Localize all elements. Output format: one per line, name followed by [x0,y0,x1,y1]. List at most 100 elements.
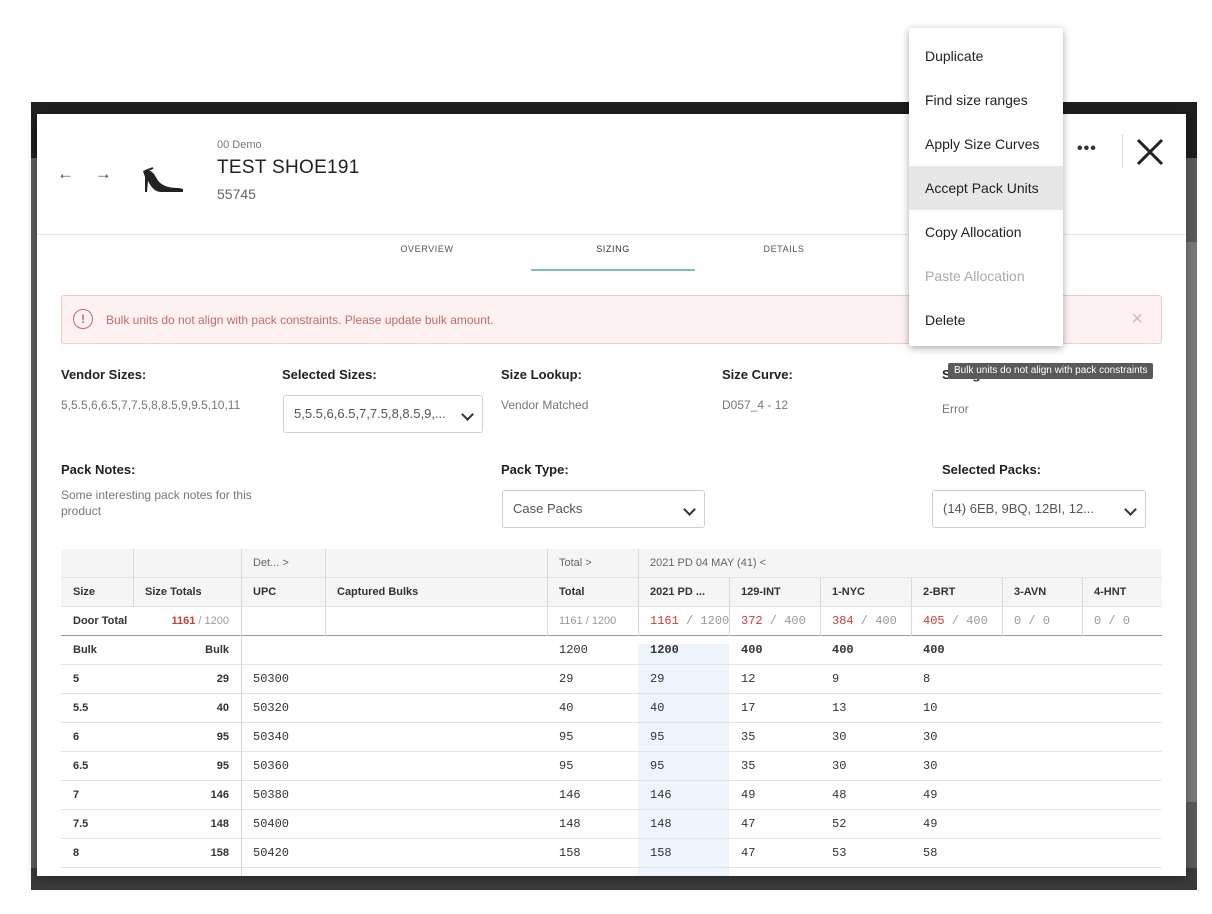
bulk-period-input[interactable]: 1200 [638,636,729,664]
col-header-period[interactable]: 2021 PD ... [638,578,729,606]
selected-packs-label: Selected Packs: [942,462,1042,477]
row-total: 40 [559,701,574,715]
bulk-1-nyc-input[interactable]: 400 [820,636,911,664]
row-129-int[interactable]: 49 [729,781,820,809]
row-2-brt[interactable]: 8 [911,665,1002,693]
menu-item-duplicate[interactable]: Duplicate [909,34,1063,78]
row-size: 8 [73,847,80,859]
row-upc: 50400 [253,817,290,831]
row-2-brt[interactable]: 58 [911,839,1002,867]
row-1-nyc[interactable]: 48 [820,781,911,809]
vendor-sizes-label: Vendor Sizes: [61,367,147,382]
menu-item-apply-size-curves[interactable]: Apply Size Curves [909,122,1063,166]
column-divider [325,549,326,636]
row-129-int[interactable]: 17 [729,694,820,722]
bulk-129-int-input[interactable]: 400 [729,636,820,664]
row-size: 5 [73,673,80,685]
product-title: TEST SHOE191 [217,157,360,178]
table-row: 5.5 40 50320 40 40 17 13 10 [61,694,1162,723]
row-period: 158 [650,846,672,860]
menu-item-find-size-ranges[interactable]: Find size ranges [909,78,1063,122]
row-size: 7.5 [73,818,89,830]
col-header-129-int[interactable]: 129-INT [729,578,820,606]
row-total: 158 [559,846,581,860]
row-129-int[interactable]: 35 [729,723,820,751]
menu-item-copy-allocation[interactable]: Copy Allocation [909,210,1063,254]
bulk-label: Bulk [73,644,97,656]
row-size: 5.5 [73,702,89,714]
row-1-nyc[interactable]: 30 [820,752,911,780]
menu-item-accept-pack-units[interactable]: Accept Pack Units [909,166,1063,210]
column-header-row: Size Size Totals UPC Captured Bulks Tota… [61,578,1162,607]
col-header-captured-bulks[interactable]: Captured Bulks [325,578,547,606]
pack-notes-label: Pack Notes: [61,462,136,477]
col-header-total[interactable]: Total [547,578,638,606]
row-upc: 50420 [253,846,290,860]
bulk-row: Bulk Bulk 1200 1200 400 400 400 [61,636,1162,665]
column-divider [820,578,821,636]
door-total-1-nyc-value: 384 [832,614,854,628]
col-header-2-brt[interactable]: 2-BRT [911,578,1002,606]
col-header-upc[interactable]: UPC [241,578,325,606]
door-total-period-value: 1161 [650,614,679,628]
col-header-4-hnt[interactable]: 4-HNT [1082,578,1162,606]
row-1-nyc[interactable]: 52 [820,810,911,838]
period-group-header[interactable]: 2021 PD 04 MAY (41) < [638,549,898,577]
error-tooltip: Bulk units do not align with pack constr… [948,363,1154,379]
column-divider [1082,578,1083,636]
row-1-nyc[interactable]: 53 [820,839,911,867]
bulk-size-totals: Bulk [205,644,229,656]
pack-type-select[interactable]: Case Packs [502,490,705,528]
size-curve-label: Size Curve: [722,367,793,382]
alert-icon: ! [73,309,93,329]
row-2-brt[interactable]: 30 [911,752,1002,780]
tab-overview[interactable]: OVERVIEW [377,244,477,254]
table-row: 7.5 148 50400 148 148 47 52 49 [61,810,1162,839]
row-129-int[interactable]: 35 [729,752,820,780]
selected-sizes-select[interactable]: 5,5.5,6,6.5,7,7.5,8,8.5,9,... [283,395,483,433]
details-group-header[interactable]: Det... > [241,549,361,577]
door-total-label: Door Total [73,615,128,627]
row-1-nyc[interactable]: 9 [820,665,911,693]
selected-sizes-label: Selected Sizes: [282,367,377,382]
column-divider [638,549,639,636]
col-header-1-nyc[interactable]: 1-NYC [820,578,911,606]
col-header-3-avn[interactable]: 3-AVN [1002,578,1082,606]
row-1-nyc[interactable]: 30 [820,723,911,751]
row-period: 29 [650,672,665,686]
row-2-brt[interactable]: 10 [911,694,1002,722]
close-icon[interactable] [1133,130,1167,170]
column-divider [1002,578,1003,636]
tab-details[interactable]: DETAILS [734,244,834,254]
selected-packs-select[interactable]: (14) 6EB, 9BQ, 12BI, 12... [932,490,1146,528]
door-total-total: 1161 / 1200 [559,615,617,627]
column-divider [547,549,548,636]
tab-sizing[interactable]: SIZING [563,244,663,254]
context-menu: Duplicate Find size ranges Apply Size Cu… [909,28,1063,346]
row-1-nyc[interactable]: 13 [820,694,911,722]
prev-next-arrows[interactable]: ← → [57,164,120,184]
row-2-brt[interactable]: 49 [911,810,1002,838]
size-curve-value: D057_4 - 12 [722,398,789,412]
alert-close-icon[interactable]: × [1131,308,1143,331]
header-divider [1122,134,1123,168]
door-total-period: 1161 / 1200 [638,607,729,635]
row-2-brt[interactable]: 30 [911,723,1002,751]
row-129-int[interactable]: 47 [729,810,820,838]
row-total: 95 [559,759,574,773]
row-period: 146 [650,788,672,802]
row-129-int[interactable]: 12 [729,665,820,693]
door-total-4-hnt: 0 / 0 [1094,614,1131,628]
row-2-brt[interactable]: 49 [911,781,1002,809]
col-header-size-totals[interactable]: Size Totals [133,578,241,606]
table-row: 7 146 50380 146 146 49 48 49 [61,781,1162,810]
sizing-status-value: Error [942,402,969,416]
menu-item-delete[interactable]: Delete [909,298,1063,342]
more-options-button[interactable]: ••• [1077,140,1097,158]
row-129-int[interactable]: 47 [729,839,820,867]
row-upc: 50340 [253,730,290,744]
column-divider [729,578,730,636]
col-header-size[interactable]: Size [61,578,133,606]
row-total: 29 [559,672,574,686]
bulk-2-brt-input[interactable]: 400 [911,636,1002,664]
